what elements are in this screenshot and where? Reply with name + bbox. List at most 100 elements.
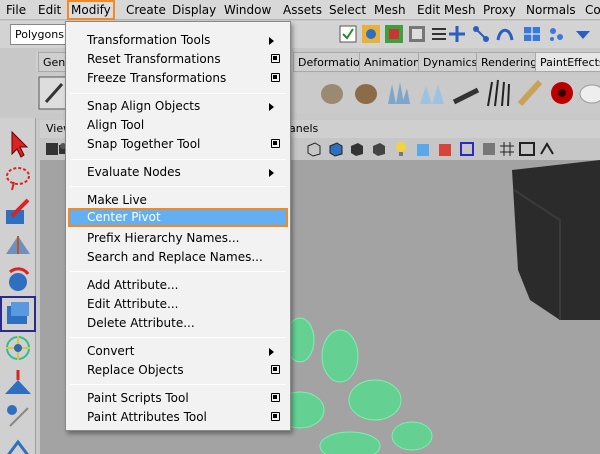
menu-edit-mesh[interactable]: Edit Mesh [415, 0, 478, 20]
render-settings-icon[interactable] [406, 23, 428, 45]
menu-item-snap-align-objects[interactable]: Snap Align Objects [68, 97, 288, 116]
light-bulb-icon[interactable] [392, 140, 410, 158]
menu-item-transformation-tools[interactable]: Transformation Tools [68, 31, 288, 50]
menu-item-label: Add Attribute... [87, 278, 179, 292]
xray-icon[interactable] [480, 140, 498, 158]
menu-modify[interactable]: Modify [67, 0, 115, 20]
menu-item-edit-attribute[interactable]: Edit Attribute... [68, 295, 288, 314]
menu-proxy[interactable]: Proxy [481, 0, 518, 20]
brush-preset-ice-icon[interactable] [416, 76, 448, 110]
menu-item-snap-together-tool[interactable]: Snap Together Tool [68, 135, 288, 154]
menu-separator [70, 159, 286, 160]
curve-tool-icon[interactable] [494, 23, 516, 45]
menu-item-reset-transformations[interactable]: Reset Transformations [68, 50, 288, 69]
grid-icon[interactable] [498, 140, 516, 158]
soft-mod-tool-icon[interactable] [2, 366, 34, 398]
brush-preset-grass-icon[interactable] [450, 76, 482, 110]
lighting-cube-icon[interactable] [414, 140, 432, 158]
menu-normals[interactable]: Normals [524, 0, 578, 20]
brush-preset-fur-icon[interactable] [482, 76, 514, 110]
tab-rendering[interactable]: Rendering [476, 52, 543, 72]
tab-dynamics[interactable]: Dynamics [418, 52, 483, 72]
wireframe-icon[interactable] [305, 140, 323, 158]
sparkle-icon[interactable] [545, 23, 567, 45]
show-manipulator-icon[interactable] [2, 400, 34, 432]
menu-item-label: Evaluate Nodes [87, 165, 181, 179]
menu-item-prefix-hierarchy-names[interactable]: Prefix Hierarchy Names... [68, 229, 288, 248]
brush-preset-cat-icon[interactable] [350, 76, 382, 110]
brush-preset-crystals-icon[interactable] [382, 76, 414, 110]
menu-item-replace-objects[interactable]: Replace Objects [68, 361, 288, 380]
menu-select[interactable]: Select [327, 0, 368, 20]
option-box-icon[interactable] [271, 139, 280, 148]
menu-item-label: Search and Replace Names... [87, 250, 263, 264]
menu-item-label: Reset Transformations [87, 52, 221, 66]
brush-preset-cloud-icon[interactable] [576, 76, 600, 110]
menu-item-add-attribute[interactable]: Add Attribute... [68, 276, 288, 295]
menu-item-paint-attributes-tool[interactable]: Paint Attributes Tool [68, 408, 288, 427]
option-box-icon[interactable] [271, 54, 280, 63]
menu-item-label: Snap Together Tool [87, 137, 201, 151]
option-box-icon[interactable] [271, 412, 280, 421]
menu-item-convert[interactable]: Convert [68, 342, 288, 361]
textured-icon[interactable] [370, 140, 388, 158]
menu-item-align-tool[interactable]: Align Tool [68, 116, 288, 135]
paint-select-tool-icon[interactable] [2, 196, 34, 228]
menu-more[interactable]: Co [583, 0, 600, 20]
resolution-gate-icon[interactable] [538, 140, 556, 158]
main-menubar: File Edit Modify Create Display Window A… [0, 0, 600, 20]
menu-edit[interactable]: Edit [36, 0, 63, 20]
isolate-select-icon[interactable] [458, 140, 476, 158]
option-box-icon[interactable] [271, 73, 280, 82]
menu-item-label: Delete Attribute... [87, 316, 195, 330]
last-tool-icon[interactable] [2, 432, 34, 454]
ipr-render-icon[interactable] [383, 23, 405, 45]
menu-item-label: Edit Attribute... [87, 297, 179, 311]
tab-animation[interactable]: Animation [359, 52, 426, 72]
universal-manipulator-icon[interactable] [2, 332, 34, 364]
select-tool-icon[interactable] [2, 128, 34, 160]
joint-tool-icon[interactable] [470, 23, 492, 45]
lasso-tool-icon[interactable] [2, 162, 34, 194]
menu-separator [70, 384, 286, 385]
option-box-icon[interactable] [271, 365, 280, 374]
submenu-arrow-icon [269, 348, 274, 356]
viewport-menu-panels[interactable]: anels [289, 120, 318, 138]
menu-item-evaluate-nodes[interactable]: Evaluate Nodes [68, 163, 288, 182]
menu-item-search-and-replace-names[interactable]: Search and Replace Names... [68, 248, 288, 267]
menu-item-freeze-transformations[interactable]: Freeze Transformations [68, 69, 288, 88]
brush-preset-swirl-icon[interactable] [546, 76, 578, 110]
move-tool-icon[interactable] [2, 230, 34, 262]
menu-item-paint-scripts-tool[interactable]: Paint Scripts Tool [68, 389, 288, 408]
wireframe-on-shaded-icon[interactable] [348, 140, 366, 158]
smooth-shade-icon[interactable] [327, 140, 345, 158]
scale-tool-icon[interactable] [0, 296, 36, 332]
modify-menu: Transformation Tools Reset Transformatio… [65, 21, 291, 431]
menu-item-center-pivot[interactable]: Center Pivot [68, 208, 288, 227]
menu-window[interactable]: Window [222, 0, 273, 20]
checkbox-icon[interactable] [337, 23, 359, 45]
tab-painteffects[interactable]: PaintEffects [535, 52, 600, 72]
menu-item-label: Freeze Transformations [87, 71, 227, 85]
film-gate-icon[interactable] [518, 140, 536, 158]
menu-mesh[interactable]: Mesh [372, 0, 408, 20]
menu-separator [70, 93, 286, 94]
menu-display[interactable]: Display [170, 0, 218, 20]
menu-item-label: Snap Align Objects [87, 99, 201, 113]
move-plus-icon[interactable] [446, 23, 468, 45]
shadow-icon[interactable] [436, 140, 454, 158]
render-icon[interactable] [360, 23, 382, 45]
rotate-tool-icon[interactable] [2, 264, 34, 296]
shelf-arrow-icon[interactable] [572, 23, 594, 45]
grid-window-icon[interactable] [521, 23, 543, 45]
toolbox [0, 118, 36, 454]
menu-item-delete-attribute[interactable]: Delete Attribute... [68, 314, 288, 333]
menu-file[interactable]: File [4, 0, 28, 20]
brush-preset-stroke-icon[interactable] [514, 76, 546, 110]
menu-separator [70, 337, 286, 338]
brush-preset-dog-icon[interactable] [316, 76, 348, 110]
menu-assets[interactable]: Assets [281, 0, 324, 20]
menu-item-label: Replace Objects [87, 363, 184, 377]
menu-create[interactable]: Create [124, 0, 168, 20]
option-box-icon[interactable] [271, 393, 280, 402]
